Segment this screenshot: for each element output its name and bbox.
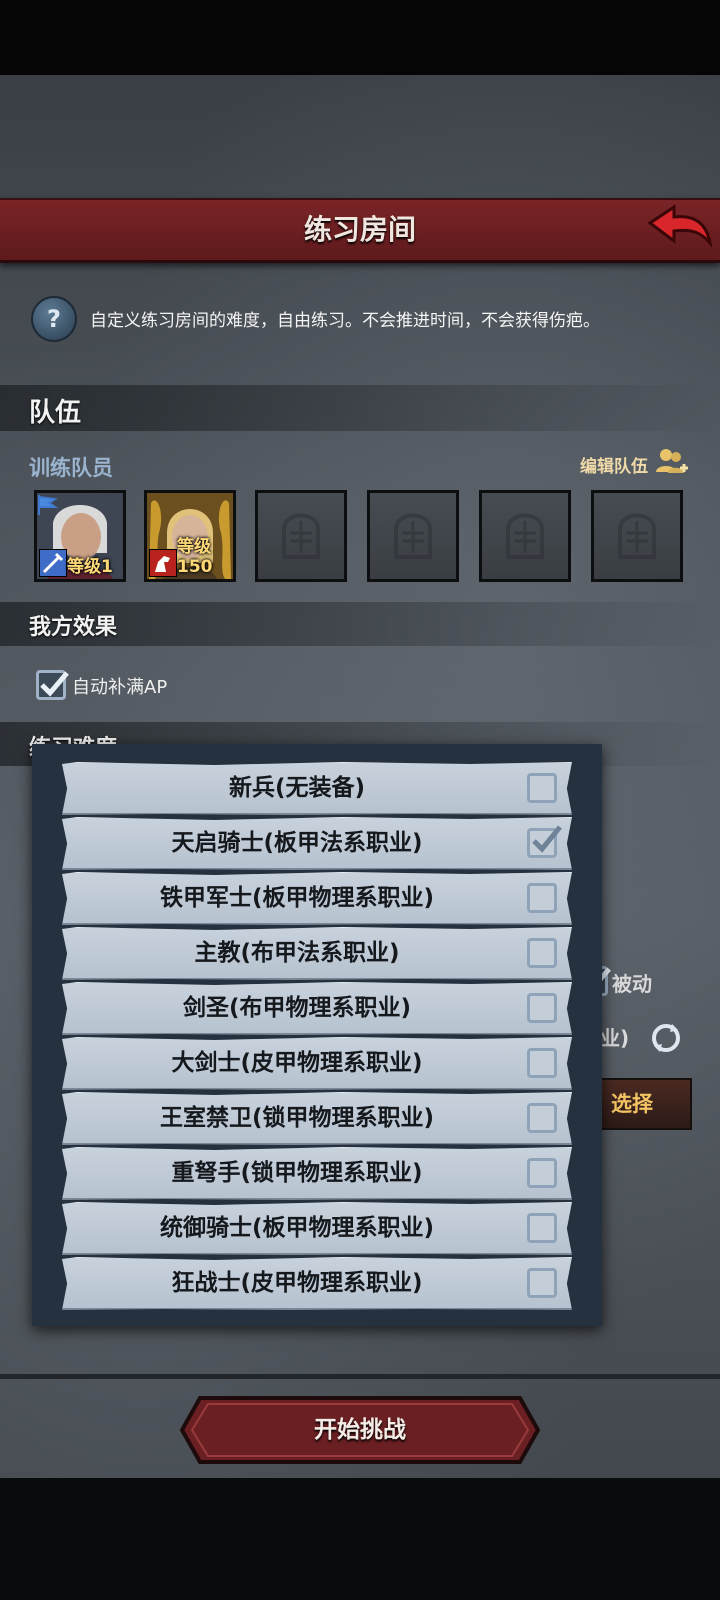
class-option[interactable]: 铁甲军士(板甲物理系职业) [62,872,572,925]
class-option[interactable]: 重弩手(锁甲物理系职业) [62,1147,572,1200]
enemy-class-dropdown: 新兵(无装备) 天启骑士(板甲法系职业) 铁甲军士(板甲物理系职业) 主教(布甲… [32,744,602,1326]
class-option-label: 新兵(无装备) [228,775,366,801]
class-option[interactable]: 天启骑士(板甲法系职业) [62,817,572,870]
class-option-label: 天启骑士(板甲法系职业) [171,830,423,856]
class-option-label: 狂战士(皮甲物理系职业) [171,1270,423,1296]
helmet-icon [282,513,320,559]
helmet-icon [506,513,544,559]
class-option-checkbox[interactable] [527,1213,557,1243]
class-option[interactable]: 剑圣(布甲物理系职业) [62,982,572,1035]
class-option-checkbox[interactable] [527,825,562,858]
team-member-2[interactable]: 等级150 [144,490,236,582]
refresh-icon[interactable] [648,1020,684,1056]
class-option[interactable]: 统御骑士(板甲物理系职业) [62,1202,572,1255]
member-level: 等级150 [177,537,213,577]
title-bar: 练习房间 [0,198,720,263]
helmet-icon [394,513,432,559]
checkmark-icon [40,671,69,697]
class-option-checkbox[interactable] [527,883,557,913]
footer-divider [0,1374,720,1379]
helmet-icon [618,513,656,559]
empty-member-slot[interactable] [367,490,459,582]
class-option-label: 统御骑士(板甲物理系职业) [159,1215,435,1241]
auto-fill-ap-checkbox[interactable] [36,670,69,700]
class-option-label: 大剑士(皮甲物理系职业) [171,1050,423,1076]
page-title: 练习房间 [303,213,416,246]
empty-member-slot[interactable] [591,490,683,582]
class-option[interactable]: 王室禁卫(锁甲物理系职业) [62,1092,572,1145]
team-section-bar [0,385,720,431]
class-option-checkbox[interactable] [527,1158,557,1188]
member-level: 等级1 [67,557,113,577]
start-challenge-button[interactable]: 开始挑战 [180,1396,540,1464]
class-option-checkbox[interactable] [527,993,557,1023]
class-option-label: 铁甲军士(板甲物理系职业) [159,885,435,911]
empty-member-slot[interactable] [479,490,571,582]
team-section-title: 队伍 [29,398,82,428]
team-add-icon[interactable] [654,446,688,480]
class-option-checkbox[interactable] [527,1048,557,1078]
class-option-label: 王室禁卫(锁甲物理系职业) [159,1105,435,1131]
class-option-checkbox[interactable] [527,938,557,968]
training-members-label: 训练队员 [29,456,113,480]
passive-label: 被动 [612,972,652,996]
sword-icon [39,549,67,577]
class-option-label: 剑圣(布甲物理系职业) [182,995,412,1021]
class-option-checkbox[interactable] [527,1103,557,1133]
navigation-bar [0,1478,720,1600]
class-option-label: 重弩手(锁甲物理系职业) [171,1160,423,1186]
edit-team-button[interactable]: 编辑队伍 [580,452,648,477]
class-option[interactable]: 狂战士(皮甲物理系职业) [62,1257,572,1310]
class-option[interactable]: 主教(布甲法系职业) [62,927,572,980]
class-option[interactable]: 新兵(无装备) [62,762,572,815]
class-option-checkbox[interactable] [527,1268,557,1298]
class-option-label: 主教(布甲法系职业) [194,940,400,966]
class-option[interactable]: 大剑士(皮甲物理系职业) [62,1037,572,1090]
help-icon[interactable]: ? [31,296,77,342]
back-arrow-icon[interactable] [648,203,712,251]
checkmark-icon [532,825,562,853]
empty-member-slot[interactable] [255,490,347,582]
team-member-1[interactable]: 等级1 [34,490,126,582]
effects-section-title: 我方效果 [29,615,118,640]
class-option-checkbox[interactable] [527,773,557,803]
hint-text: 自定义练习房间的难度，自由练习。不会推进时间，不会获得伤疤。 [90,311,600,331]
horse-icon [149,549,177,577]
auto-fill-ap-label: 自动补满AP [72,677,168,698]
status-bar [0,0,720,75]
